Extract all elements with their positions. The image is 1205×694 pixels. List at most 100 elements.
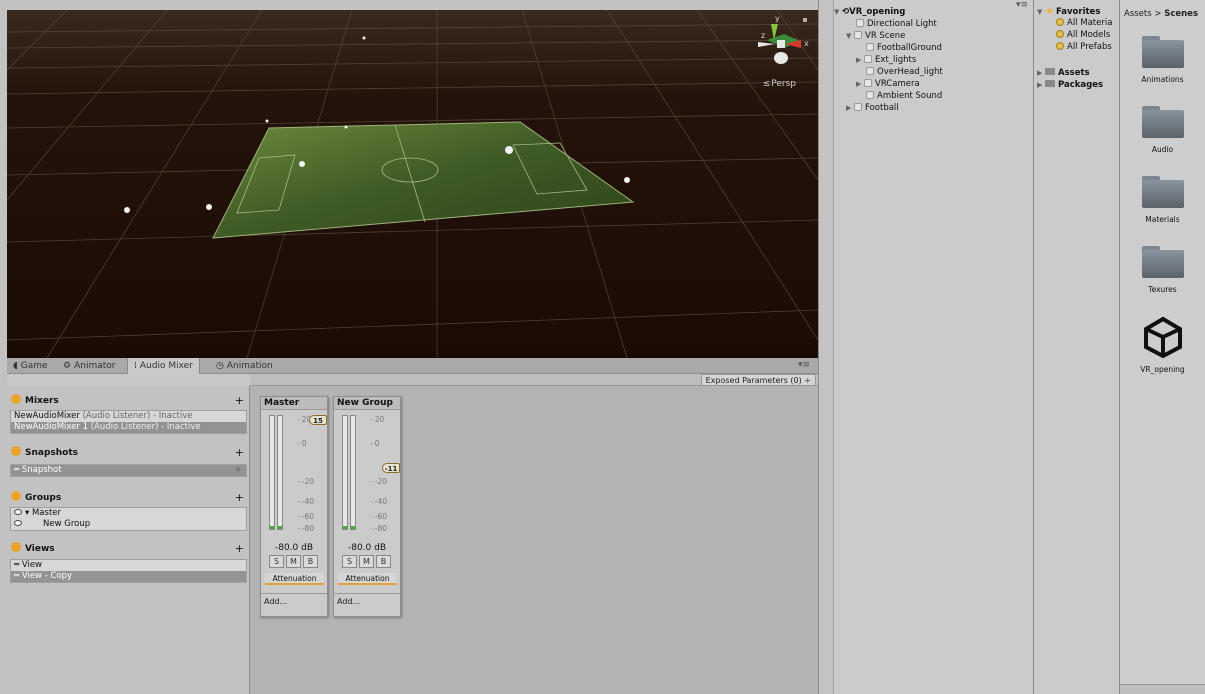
add-effect-button[interactable]: Add... xyxy=(337,597,360,606)
list-item[interactable]: NewAudioMixer (Audio Listener) - Inactiv… xyxy=(11,411,246,422)
list-item[interactable]: ═ View xyxy=(11,560,246,571)
tick-label: 0 xyxy=(297,439,307,448)
tab-menu-icon[interactable]: ▾≡ xyxy=(798,360,810,370)
list-item[interactable]: NewAudioMixer 1 (Audio Listener) - Inact… xyxy=(11,422,246,433)
add-view-button[interactable]: + xyxy=(235,542,244,556)
expand-arrow-icon[interactable]: ▼ xyxy=(846,30,854,42)
folder-icon xyxy=(1141,176,1184,208)
scene-view[interactable]: y z x Persp xyxy=(7,10,818,358)
folder-icon xyxy=(1141,36,1184,68)
list-item[interactable]: ▾ Master xyxy=(11,508,246,519)
volume-fader[interactable]: 15 xyxy=(309,415,327,425)
favorite-item[interactable]: All Materia xyxy=(1056,18,1112,29)
tick-label: 0 xyxy=(370,439,380,448)
list-item[interactable]: ═ View - Copy xyxy=(11,571,246,582)
list-item[interactable]: ═ Snapshot ★ xyxy=(11,465,246,476)
zoom-slider[interactable] xyxy=(1120,684,1205,694)
section-title: Mixers xyxy=(25,396,59,406)
tab-game[interactable]: ◖ Game xyxy=(7,358,54,374)
list-item[interactable]: New Group xyxy=(11,519,246,530)
tab-animator[interactable]: ⚙ Animator xyxy=(57,358,121,374)
tree-item[interactable]: ▶ Football xyxy=(846,102,899,114)
mixer-strip-new-group[interactable]: New Group 20 0 -20 -40 -60 -80 -11 -80.0… xyxy=(333,396,401,617)
attenuation-effect[interactable]: Attenuation xyxy=(265,573,324,585)
project-assets-grid: Assets > Scenes Animations Audio Materia… xyxy=(1120,0,1205,694)
breadcrumb-current[interactable]: Scenes xyxy=(1164,9,1198,19)
section-title: Views xyxy=(25,544,55,554)
view-name: View - Copy xyxy=(21,571,73,581)
expand-arrow-icon[interactable]: ▶ xyxy=(846,102,854,114)
expand-arrow-icon[interactable]: ▼ xyxy=(834,6,842,18)
groups-list: ▾ Master New Group xyxy=(10,507,247,531)
expand-arrow-icon[interactable]: ▶ xyxy=(856,78,864,90)
item-label: Favorites xyxy=(1055,7,1101,17)
level-meter xyxy=(342,415,348,530)
mixer-strip-master[interactable]: Master 20 0 -20 -40 -60 -80 15 -80.0 dB … xyxy=(260,396,328,617)
eye-icon[interactable] xyxy=(14,520,22,526)
breadcrumb-item[interactable]: Assets xyxy=(1124,9,1152,19)
tab-audio-mixer[interactable]: ⁞ Audio Mixer xyxy=(127,358,200,374)
bypass-button[interactable]: B xyxy=(303,555,318,568)
mute-button[interactable]: M xyxy=(359,555,374,568)
tree-item[interactable]: ▼ VR Scene xyxy=(846,30,905,42)
view-name: View xyxy=(21,560,42,570)
projection-label[interactable]: Persp xyxy=(763,79,796,89)
animation-icon: ◷ xyxy=(216,361,224,371)
tree-item[interactable]: Ambient Sound xyxy=(866,90,942,102)
tab-animation[interactable]: ◷ Animation xyxy=(210,358,279,374)
asset-folder[interactable]: Animations xyxy=(1120,36,1205,84)
views-header: Views + xyxy=(7,542,250,556)
snapshot-name: Snapshot xyxy=(21,465,62,475)
favorite-item[interactable]: All Models xyxy=(1056,30,1110,41)
folder-icon xyxy=(1141,246,1184,278)
tree-item[interactable]: OverHead_light xyxy=(866,66,943,78)
favorite-item[interactable]: All Prefabs xyxy=(1056,42,1112,53)
gameobject-icon xyxy=(866,91,874,99)
bypass-button[interactable]: B xyxy=(376,555,391,568)
search-icon xyxy=(1056,18,1064,26)
tab-label: Animation xyxy=(226,361,273,371)
scene-root-item[interactable]: ▼ ⟲VR_opening xyxy=(834,6,905,18)
tick-label: -60 xyxy=(370,512,387,521)
db-scale: 20 0 -20 -40 -60 -80 xyxy=(370,415,394,533)
level-meter xyxy=(350,415,356,530)
expand-arrow-icon[interactable]: ▶ xyxy=(1037,80,1045,91)
attenuation-effect[interactable]: Attenuation xyxy=(338,573,397,585)
expand-arrow-icon[interactable]: ▶ xyxy=(856,54,864,66)
add-mixer-button[interactable]: + xyxy=(235,394,244,408)
asset-folder[interactable]: Audio xyxy=(1120,106,1205,154)
assets-root[interactable]: ▶ Assets xyxy=(1037,68,1090,79)
star-icon: ★ xyxy=(1045,6,1054,17)
add-snapshot-button[interactable]: + xyxy=(235,446,244,460)
eye-icon[interactable] xyxy=(14,509,22,515)
add-effect-button[interactable]: Add... xyxy=(264,597,287,606)
hierarchy-menu-icon[interactable]: ▾≡ xyxy=(1016,0,1028,10)
mute-button[interactable]: M xyxy=(286,555,301,568)
mixer-icon xyxy=(11,394,21,404)
tick-label: 20 xyxy=(370,415,385,424)
asset-scene[interactable]: VR_opening xyxy=(1120,316,1205,374)
asset-label: Texures xyxy=(1148,285,1177,294)
volume-fader[interactable]: -11 xyxy=(382,463,400,473)
mixers-list: NewAudioMixer (Audio Listener) - Inactiv… xyxy=(10,410,247,434)
strip-name: New Group xyxy=(334,397,400,410)
section-title: Groups xyxy=(25,493,62,503)
asset-folder[interactable]: Texures xyxy=(1120,246,1205,294)
star-icon[interactable]: ★ xyxy=(234,465,242,476)
solo-button[interactable]: S xyxy=(342,555,357,568)
packages-root[interactable]: ▶ Packages xyxy=(1037,80,1103,91)
add-group-button[interactable]: + xyxy=(235,491,244,505)
tree-item[interactable]: FootballGround xyxy=(866,42,942,54)
expand-arrow-icon[interactable]: ▾ xyxy=(25,508,32,518)
tree-item[interactable]: ▶ VRCamera xyxy=(856,78,920,90)
exposed-parameters-button[interactable]: Exposed Parameters (0) ÷ xyxy=(700,374,816,386)
tree-item[interactable]: Directional Light xyxy=(856,18,937,30)
solo-button[interactable]: S xyxy=(269,555,284,568)
unity-editor: y z x Persp ◖Game ⚙Animator ⁞Audio Mixer… xyxy=(0,0,1205,694)
expand-arrow-icon[interactable]: ▼ xyxy=(1037,7,1045,18)
expand-arrow-icon[interactable]: ▶ xyxy=(1037,68,1045,79)
tree-item[interactable]: ▶ Ext_lights xyxy=(856,54,916,66)
asset-folder[interactable]: Materials xyxy=(1120,176,1205,224)
favorites-header[interactable]: ▼ ★ Favorites xyxy=(1037,6,1100,17)
scene-canvas[interactable]: y z x xyxy=(7,10,818,358)
